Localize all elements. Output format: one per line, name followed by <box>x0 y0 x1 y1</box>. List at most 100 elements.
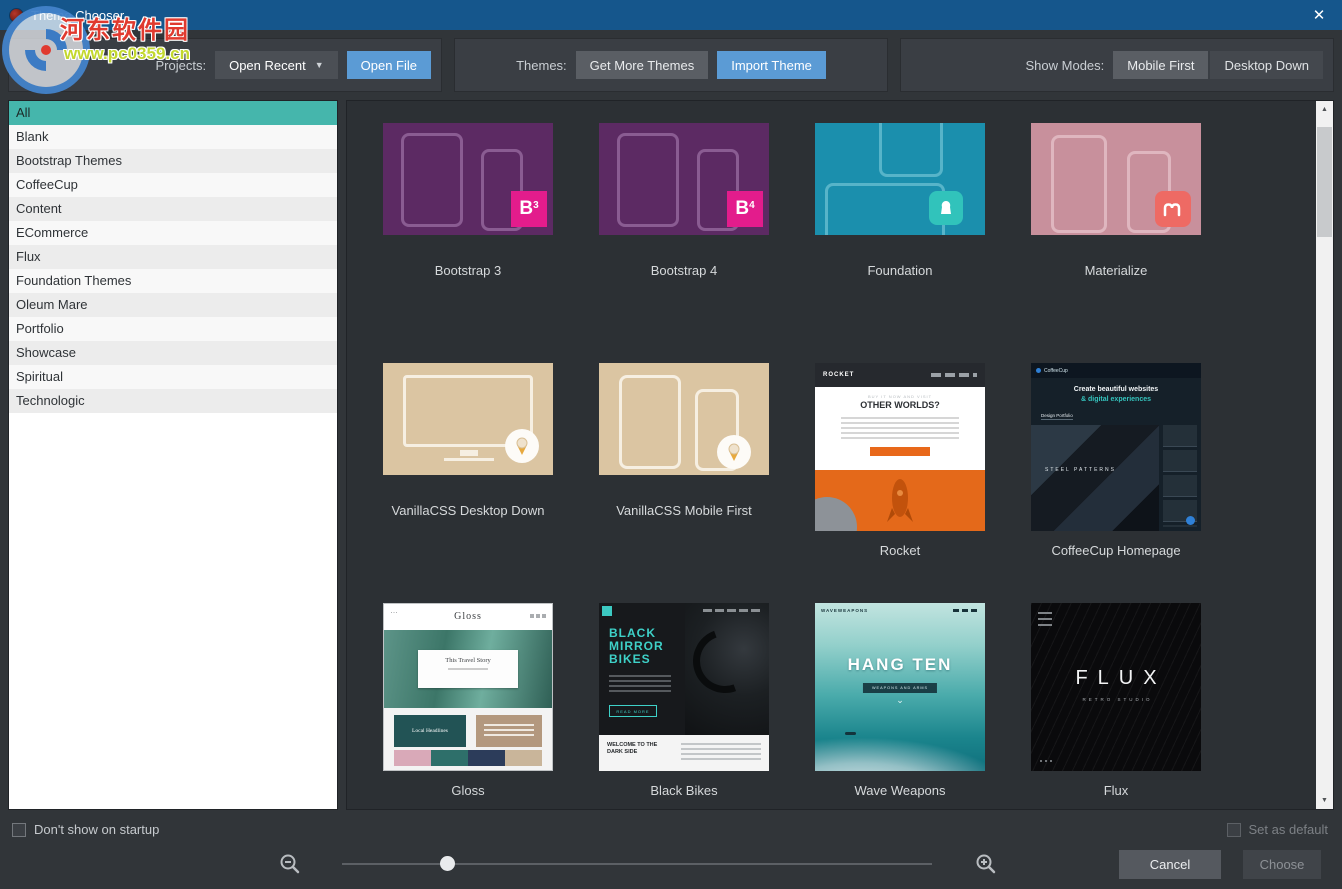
theme-card-foundation[interactable]: Foundation <box>792 123 1008 363</box>
import-theme-button[interactable]: Import Theme <box>717 51 826 79</box>
theme-name: Bootstrap 4 <box>651 263 718 278</box>
theme-name: Materialize <box>1085 263 1148 278</box>
theme-name: CoffeeCup Homepage <box>1051 543 1180 558</box>
zoom-slider-handle[interactable] <box>440 856 455 871</box>
mini-link: Design Portfolio <box>1041 413 1073 420</box>
sidebar-item-spiritual[interactable]: Spiritual <box>9 365 337 389</box>
mini-text-lines <box>484 724 534 736</box>
mini-card: This Travel Story <box>418 650 518 688</box>
mini-card-line <box>448 668 488 670</box>
mini-photo-area: STEEL PATTERNS <box>1031 425 1159 531</box>
materialize-logo-icon <box>1155 191 1191 227</box>
gloss-thumbnail[interactable]: … Gloss This Travel Story Local Headline… <box>383 603 553 771</box>
bootstrap-3-logo-icon: B3 <box>511 191 547 227</box>
toolbar: Projects: Open Recent ▼ Open File Themes… <box>8 38 1334 92</box>
sidebar-item-ecommerce[interactable]: ECommerce <box>9 221 337 245</box>
theme-card-vanillacss-mobile-first[interactable]: VanillaCSS Mobile First <box>576 363 792 603</box>
sidebar-item-blank[interactable]: Blank <box>9 125 337 149</box>
scroll-down-arrow-icon[interactable]: ▼ <box>1316 792 1333 809</box>
choose-button[interactable]: Choose <box>1243 850 1321 879</box>
sidebar-item-bootstrap-themes[interactable]: Bootstrap Themes <box>9 149 337 173</box>
mini-color-strip <box>394 750 542 766</box>
rocket-thumbnail[interactable]: ROCKET BUY IT NOW AND VISIT OTHER WORLDS… <box>815 363 985 531</box>
wave-foam <box>815 737 985 771</box>
foundation-thumbnail[interactable] <box>815 123 985 235</box>
theme-card-coffeecup-homepage[interactable]: CoffeeCup Create beautiful websites & di… <box>1008 363 1224 603</box>
vanillacss-desktop-thumbnail[interactable] <box>383 363 553 475</box>
ice-cream-icon <box>717 435 751 469</box>
theme-card-wave-weapons[interactable]: WAVEWEAPONS HANG TEN WEAPONS AND ARMS ⌄ … <box>792 603 1008 810</box>
ice-cream-icon <box>505 429 539 463</box>
coffeecup-logo-icon <box>1036 368 1041 373</box>
scroll-up-arrow-icon[interactable]: ▲ <box>1316 101 1333 118</box>
sidebar-item-technologic[interactable]: Technologic <box>9 389 337 413</box>
handlebar-icon <box>682 618 767 703</box>
mobile-first-button[interactable]: Mobile First <box>1113 51 1208 79</box>
theme-card-materialize[interactable]: Materialize <box>1008 123 1224 363</box>
black-bikes-thumbnail[interactable]: BLACK MIRROR BIKES READ MORE WELCOME TO … <box>599 603 769 771</box>
sidebar-item-coffeecup[interactable]: CoffeeCup <box>9 173 337 197</box>
mini-strip-heading: WELCOME TO THE DARK SIDE <box>607 742 669 756</box>
chevron-down-icon: ▼ <box>315 60 324 70</box>
set-as-default-option[interactable]: Set as default <box>1227 822 1329 837</box>
theme-card-vanillacss-desktop-down[interactable]: VanillaCSS Desktop Down <box>360 363 576 603</box>
sidebar-item-oleum-mare[interactable]: Oleum Mare <box>9 293 337 317</box>
vanillacss-mobile-thumbnail[interactable] <box>599 363 769 475</box>
mini-nav-lines <box>931 373 977 377</box>
mini-paragraph-lines <box>841 417 959 439</box>
open-recent-dropdown[interactable]: Open Recent ▼ <box>215 51 338 79</box>
teal-logo-icon <box>602 606 612 616</box>
wave-weapons-thumbnail[interactable]: WAVEWEAPONS HANG TEN WEAPONS AND ARMS ⌄ <box>815 603 985 771</box>
desktop-down-button[interactable]: Desktop Down <box>1210 51 1323 79</box>
themes-group: Themes: Get More Themes Import Theme <box>454 38 888 92</box>
mini-site-header: ROCKET <box>815 363 985 387</box>
zoom-slider-track[interactable] <box>342 863 932 865</box>
flux-thumbnail[interactable]: FLUX RETRO STUDIO <box>1031 603 1201 771</box>
dont-show-on-startup-option[interactable]: Don't show on startup <box>12 822 159 837</box>
scrollbar-thumb[interactable] <box>1317 127 1332 237</box>
theme-name: VanillaCSS Desktop Down <box>392 503 545 518</box>
sidebar-item-foundation-themes[interactable]: Foundation Themes <box>9 269 337 293</box>
mini-heading-line1: Create beautiful websites <box>1031 386 1201 393</box>
sidebar-item-all[interactable]: All <box>9 101 337 125</box>
theme-card-bootstrap-4[interactable]: B4 Bootstrap 4 <box>576 123 792 363</box>
theme-name: Foundation <box>867 263 932 278</box>
mini-heading: OTHER WORLDS? <box>815 400 985 410</box>
gloss-brand: Gloss <box>384 611 552 622</box>
sidebar-item-content[interactable]: Content <box>9 197 337 221</box>
get-more-themes-button[interactable]: Get More Themes <box>576 51 709 79</box>
theme-card-flux[interactable]: FLUX RETRO STUDIO Flux <box>1008 603 1224 810</box>
coffeecup-homepage-thumbnail[interactable]: CoffeeCup Create beautiful websites & di… <box>1031 363 1201 531</box>
bootstrap-3-thumbnail[interactable]: B3 <box>383 123 553 235</box>
open-file-button[interactable]: Open File <box>347 51 431 79</box>
materialize-thumbnail[interactable] <box>1031 123 1201 235</box>
mini-text-lines <box>681 743 761 761</box>
mini-read-more-button: READ MORE <box>609 705 657 717</box>
theme-card-bootstrap-3[interactable]: B3 Bootstrap 3 <box>360 123 576 363</box>
theme-card-gloss[interactable]: … Gloss This Travel Story Local Headline… <box>360 603 576 810</box>
sidebar-item-portfolio[interactable]: Portfolio <box>9 317 337 341</box>
planet-icon <box>815 497 857 531</box>
dont-show-checkbox[interactable] <box>12 823 26 837</box>
set-default-checkbox[interactable] <box>1227 823 1241 837</box>
mini-nav-lines <box>953 609 979 612</box>
theme-card-black-bikes[interactable]: BLACK MIRROR BIKES READ MORE WELCOME TO … <box>576 603 792 810</box>
chevron-down-icon: ⌄ <box>815 695 985 706</box>
mini-site-header: CoffeeCup <box>1031 363 1201 378</box>
sidebar-item-showcase[interactable]: Showcase <box>9 341 337 365</box>
cancel-button[interactable]: Cancel <box>1119 850 1221 879</box>
rocket-icon <box>880 476 920 531</box>
rocket-hero-section <box>815 470 985 531</box>
theme-card-rocket[interactable]: ROCKET BUY IT NOW AND VISIT OTHER WORLDS… <box>792 363 1008 603</box>
tablet-outline-icon <box>879 123 943 177</box>
mini-social-icons <box>530 614 546 618</box>
bootstrap-4-thumbnail[interactable]: B4 <box>599 123 769 235</box>
theme-name: Gloss <box>451 783 484 798</box>
zoom-in-icon[interactable] <box>975 853 997 875</box>
close-button[interactable]: ✕ <box>1296 0 1342 30</box>
mini-footer-strip: WELCOME TO THE DARK SIDE <box>599 735 769 771</box>
zoom-out-icon[interactable] <box>279 853 301 875</box>
sidebar-item-flux[interactable]: Flux <box>9 245 337 269</box>
vertical-scrollbar[interactable]: ▲ ▼ <box>1316 101 1333 809</box>
mini-heading-line2: & digital experiences <box>1031 396 1201 403</box>
